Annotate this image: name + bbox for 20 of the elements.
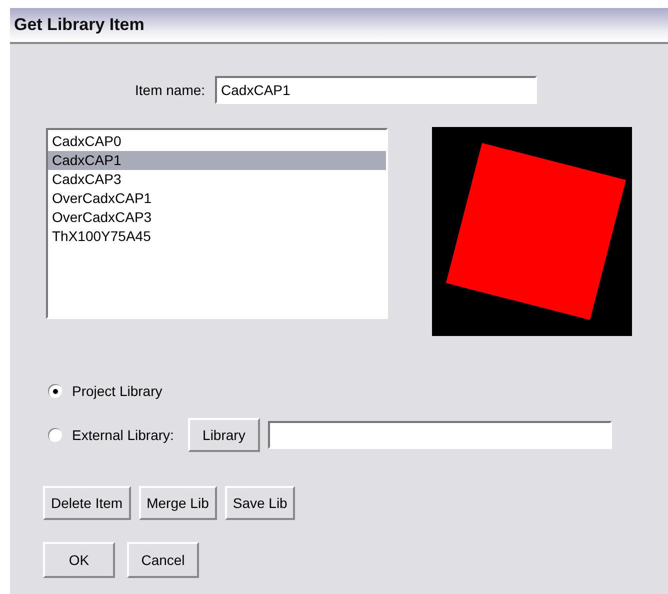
action-button[interactable]: Merge Lib — [138, 486, 217, 520]
library-path-field[interactable] — [268, 421, 612, 449]
action-button[interactable]: Delete Item — [43, 486, 131, 520]
list-item[interactable]: OverCadxCAP1 — [48, 189, 386, 208]
radio-button[interactable] — [48, 384, 62, 398]
radio-button[interactable] — [48, 428, 62, 442]
action-button[interactable]: Cancel — [127, 542, 199, 578]
list-item[interactable]: CadxCAP1 — [48, 151, 386, 170]
list-item[interactable]: OverCadxCAP3 — [48, 208, 386, 227]
list-item[interactable]: CadxCAP0 — [48, 132, 386, 151]
library-button[interactable]: Library — [188, 418, 260, 452]
item-name-field[interactable]: CadxCAP1 — [215, 76, 538, 104]
action-button[interactable]: OK — [43, 542, 115, 578]
list-item[interactable]: ThX100Y75A45 — [48, 227, 386, 246]
action-button[interactable]: Save Lib — [224, 486, 296, 520]
radio-label: External Library: — [72, 427, 174, 443]
window-title: Get Library Item — [14, 15, 144, 35]
radio-label: Project Library — [72, 383, 162, 399]
item-name-label: Item name: — [135, 82, 206, 98]
list-item[interactable]: CadxCAP3 — [48, 170, 386, 189]
